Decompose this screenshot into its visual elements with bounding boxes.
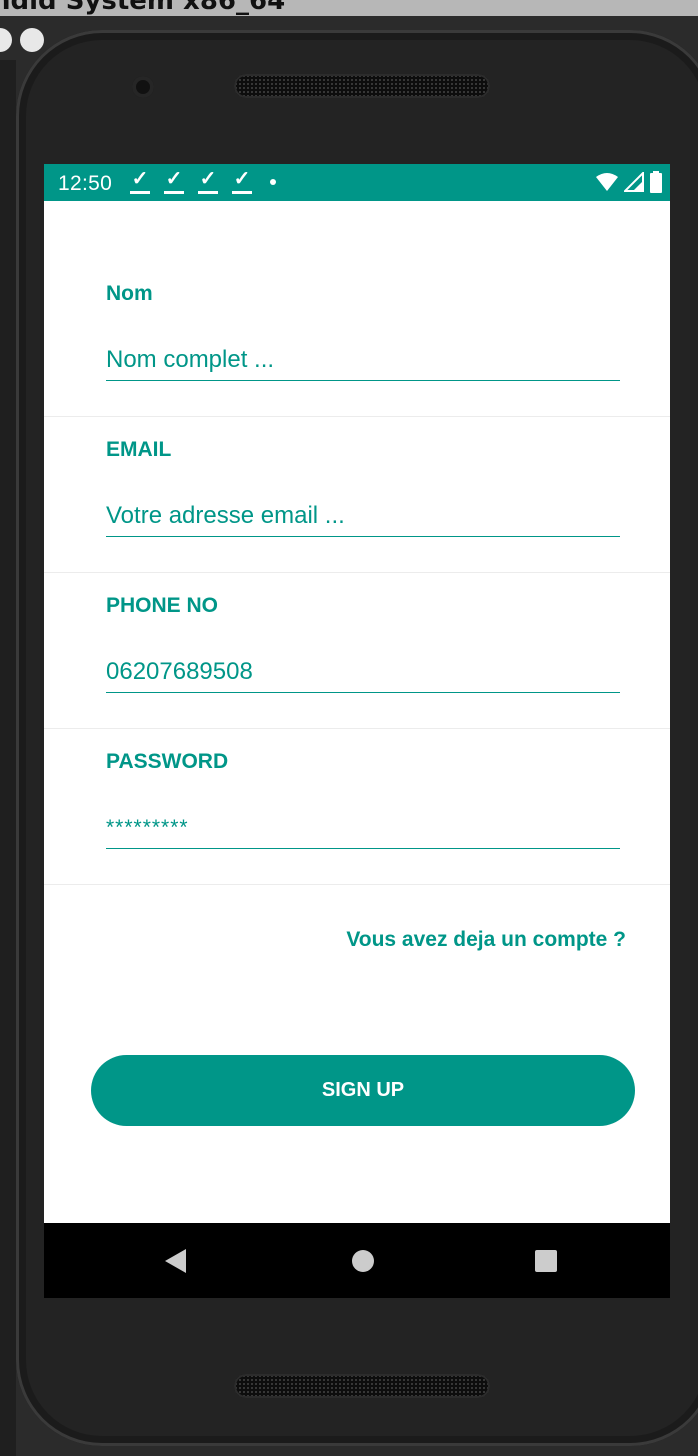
earpiece-speaker <box>234 74 490 98</box>
status-time: 12:50 <box>58 172 113 195</box>
signal-icon <box>624 172 644 192</box>
check-icon: ✓ <box>164 169 184 194</box>
emulator-side-strip <box>0 60 16 1456</box>
navigation-bar <box>44 1223 670 1298</box>
field-name: Nom <box>44 260 670 417</box>
back-icon <box>165 1248 186 1273</box>
field-phone: PHONE NO <box>44 572 670 729</box>
emulator-title: ndid System x86_64 <box>0 0 286 16</box>
field-label: PASSWORD <box>106 750 229 773</box>
field-email: EMAIL <box>44 416 670 573</box>
field-password: PASSWORD <box>44 728 670 885</box>
recents-button[interactable] <box>506 1223 586 1298</box>
bottom-speaker <box>234 1374 490 1398</box>
emulator-window-controls <box>0 28 44 52</box>
name-input[interactable] <box>106 340 620 381</box>
check-icon: ✓ <box>130 169 150 194</box>
check-icon: ✓ <box>232 169 252 194</box>
login-link[interactable]: Vous avez deja un compte ? <box>346 928 626 952</box>
field-label: EMAIL <box>106 438 172 461</box>
device-screen: 12:50 ✓ ✓ ✓ ✓ Nom EMAIL <box>44 164 670 1298</box>
back-button[interactable] <box>136 1223 216 1298</box>
window-control-button[interactable] <box>20 28 44 52</box>
notification-icons: ✓ ✓ ✓ ✓ <box>130 169 276 194</box>
system-icons <box>596 171 662 193</box>
phone-input[interactable] <box>106 652 620 693</box>
battery-icon <box>650 171 662 193</box>
field-label: PHONE NO <box>106 594 219 617</box>
wifi-icon <box>596 173 618 191</box>
signup-button[interactable]: SIGN UP <box>91 1055 635 1126</box>
status-bar: 12:50 ✓ ✓ ✓ ✓ <box>44 164 670 201</box>
home-icon <box>352 1249 374 1272</box>
window-control-button[interactable] <box>0 28 12 52</box>
recents-icon <box>535 1249 557 1272</box>
field-label: Nom <box>106 282 153 305</box>
check-icon: ✓ <box>198 169 218 194</box>
front-camera <box>132 76 154 98</box>
dot-icon <box>270 178 276 185</box>
emulator-title-bar: ndid System x86_64 <box>0 0 698 16</box>
home-button[interactable] <box>323 1223 403 1298</box>
email-input[interactable] <box>106 496 620 537</box>
password-input[interactable] <box>106 808 620 849</box>
